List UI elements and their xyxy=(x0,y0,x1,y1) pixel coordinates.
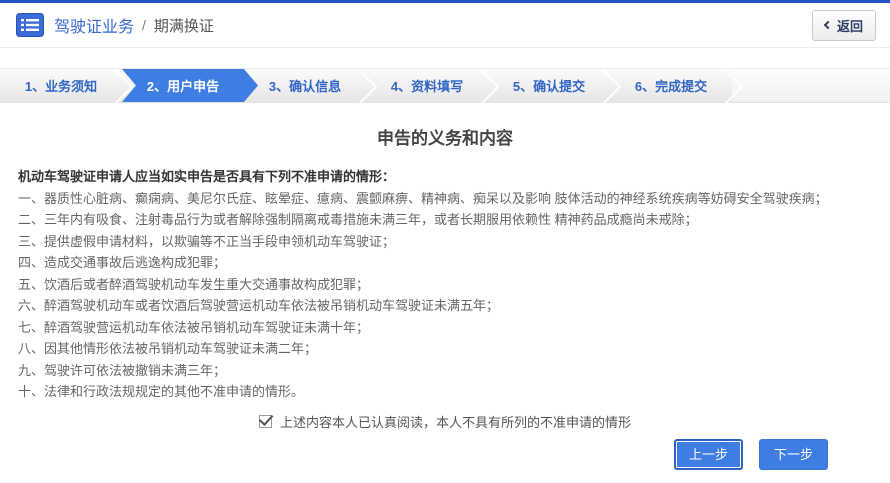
agreement-checkbox[interactable] xyxy=(259,415,272,428)
step-bar-tail xyxy=(732,69,890,102)
list-item: 十、法律和行政法规规定的其他不准申请的情形。 xyxy=(18,381,872,403)
list-item: 三、提供虚假申请材料，以欺骗等不正当手段申领机动车驾驶证； xyxy=(18,231,872,253)
step-wizard-bar: 1、业务须知 2、用户申告 3、确认信息 4、资料填写 5、确认提交 6、完成提… xyxy=(0,68,890,103)
declaration-content: 申告的义务和内容 机动车驾驶证申请人应当如实申告是否具有下列不准申请的情形： 一… xyxy=(0,124,890,431)
list-item: 八、因其他情形依法被吊销机动车驾驶证未满二年； xyxy=(18,338,872,360)
list-item: 一、器质性心脏病、癫痫病、美尼尔氏症、眩晕症、癔病、震颤麻痹、精神病、痴呆以及影… xyxy=(18,188,872,210)
list-item: 四、造成交通事故后逃逸构成犯罪； xyxy=(18,252,872,274)
step-3-confirm-info[interactable]: 3、确认信息 xyxy=(244,69,366,102)
step-5-confirm-submit[interactable]: 5、确认提交 xyxy=(488,69,610,102)
list-item: 五、饮酒后或者醉酒驾驶机动车发生重大交通事故构成犯罪； xyxy=(18,274,872,296)
agreement-row[interactable]: 上述内容本人已认真阅读，本人不具有所列的不准申请的情形 xyxy=(18,412,872,431)
list-item: 七、醉酒驾驶营运机动车依法被吊销机动车驾驶证未满十年； xyxy=(18,317,872,339)
step-6-complete-submit[interactable]: 6、完成提交 xyxy=(610,69,732,102)
step-2-user-declaration[interactable]: 2、用户申告 xyxy=(122,69,244,102)
agreement-label: 上述内容本人已认真阅读，本人不具有所列的不准申请的情形 xyxy=(280,412,631,431)
step-4-fill-materials[interactable]: 4、资料填写 xyxy=(366,69,488,102)
next-step-button[interactable]: 下一步 xyxy=(759,439,828,470)
page-title: 驾驶证业务 xyxy=(54,13,134,37)
previous-step-button[interactable]: 上一步 xyxy=(674,439,743,470)
license-service-page: 驾驶证业务 / 期满换证 返回 1、业务须知 2、用户申告 3、确认信息 4、资… xyxy=(0,0,890,483)
declaration-list: 一、器质性心脏病、癫痫病、美尼尔氏症、眩晕症、癔病、震颤麻痹、精神病、痴呆以及影… xyxy=(18,188,872,403)
breadcrumb-current: 期满换证 xyxy=(154,15,214,36)
declaration-intro: 机动车驾驶证申请人应当如实申告是否具有下列不准申请的情形： xyxy=(18,166,872,188)
wizard-footer: 上一步 下一步 xyxy=(674,439,828,470)
list-item: 九、驾驶许可依法被撤销未满三年； xyxy=(18,360,872,382)
step-1-business-notice[interactable]: 1、业务须知 xyxy=(0,69,122,102)
breadcrumb-separator: / xyxy=(142,17,146,33)
page-header: 驾驶证业务 / 期满换证 返回 xyxy=(0,3,890,48)
back-button-label: 返回 xyxy=(837,16,863,35)
list-item: 六、醉酒驾驶机动车或者饮酒后驾驶营运机动车依法被吊销机动车驾驶证未满五年； xyxy=(18,295,872,317)
section-title: 申告的义务和内容 xyxy=(18,124,872,149)
chevron-left-icon xyxy=(824,21,832,29)
list-item: 二、三年内有吸食、注射毒品行为或者解除强制隔离戒毒措施未满三年，或者长期服用依赖… xyxy=(18,209,872,231)
document-list-icon xyxy=(16,13,44,37)
back-button[interactable]: 返回 xyxy=(812,10,876,41)
